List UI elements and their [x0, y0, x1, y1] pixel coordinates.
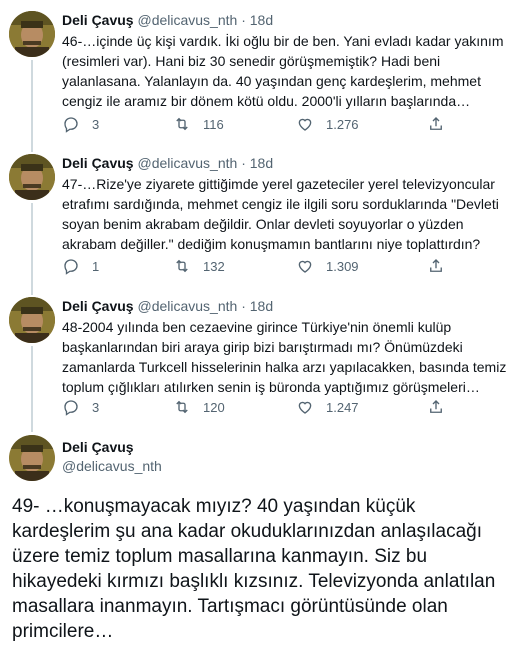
- separator: ·: [241, 298, 246, 314]
- tweet-actions: 3 116 1.276: [62, 115, 462, 135]
- tweet-text: 46-…içinde üç kişi vardık. İki oğlu bir …: [62, 33, 504, 109]
- retweet-icon: [173, 398, 191, 416]
- separator: ·: [241, 12, 246, 28]
- retweet-icon: [173, 257, 191, 275]
- author-name[interactable]: Deli Çavuş: [62, 298, 134, 314]
- timestamp[interactable]: 18d: [250, 12, 273, 28]
- heart-icon: [296, 257, 314, 275]
- heart-icon: [296, 115, 314, 133]
- retweet-count: 132: [203, 258, 225, 274]
- share-icon: [427, 398, 445, 416]
- like-button[interactable]: 1.276: [296, 115, 359, 133]
- share-button[interactable]: [427, 115, 445, 133]
- reply-count: 3: [92, 116, 100, 132]
- reply-button[interactable]: 1: [62, 257, 99, 275]
- separator: ·: [241, 155, 246, 171]
- avatar[interactable]: [9, 11, 55, 57]
- reply-button[interactable]: 3: [62, 398, 99, 416]
- reply-count: 1: [92, 258, 100, 274]
- author-handle[interactable]: @delicavus_nth: [137, 298, 237, 314]
- avatar[interactable]: [9, 154, 55, 200]
- reply-button[interactable]: 3: [62, 115, 99, 133]
- tweet-header: Deli Çavuş @delicavus_nth · 18d: [62, 154, 273, 172]
- tweet-actions: 3 120 1.247: [62, 398, 462, 418]
- like-count: 1.276: [326, 116, 359, 132]
- tweet[interactable]: Deli Çavuş @delicavus_nth · 18d 46-…için…: [0, 0, 524, 143]
- author-handle[interactable]: @delicavus_nth: [137, 12, 237, 28]
- retweet-icon: [173, 115, 191, 133]
- author-handle[interactable]: @delicavus_nth: [62, 457, 162, 475]
- retweet-count: 120: [203, 399, 225, 415]
- tweet-header: Deli Çavuş @delicavus_nth · 18d: [62, 297, 273, 315]
- retweet-button[interactable]: 116: [173, 115, 224, 133]
- reply-icon: [62, 257, 80, 275]
- main-tweet-text: 49- …konuşmayacak mıyız? 40 yaşından küç…: [12, 496, 496, 642]
- like-button[interactable]: 1.247: [296, 398, 359, 416]
- reply-icon: [62, 115, 80, 133]
- tweet[interactable]: Deli Çavuş @delicavus_nth · 18d 48-2004 …: [0, 286, 524, 429]
- avatar[interactable]: [9, 297, 55, 343]
- timestamp[interactable]: 18d: [250, 155, 273, 171]
- author-handle[interactable]: @delicavus_nth: [137, 155, 237, 171]
- tweet-header: Deli Çavuş @delicavus_nth · 18d: [62, 11, 273, 29]
- author-name[interactable]: Deli Çavuş: [62, 12, 134, 28]
- tweet[interactable]: Deli Çavuş @delicavus_nth · 18d 47-…Rize…: [0, 143, 524, 286]
- share-button[interactable]: [427, 398, 445, 416]
- like-count: 1.309: [326, 258, 359, 274]
- share-icon: [427, 257, 445, 275]
- tweet-text: 48-2004 yılında ben cezaevine girince Tü…: [62, 319, 507, 395]
- tweet-text: 47-…Rize'ye ziyarete gittiğimde yerel ga…: [62, 176, 499, 252]
- timestamp[interactable]: 18d: [250, 298, 273, 314]
- like-count: 1.247: [326, 399, 359, 415]
- heart-icon: [296, 398, 314, 416]
- avatar[interactable]: [9, 435, 55, 481]
- retweet-count: 116: [203, 116, 224, 132]
- author-name[interactable]: Deli Çavuş: [62, 438, 134, 456]
- retweet-button[interactable]: 120: [173, 398, 225, 416]
- like-button[interactable]: 1.309: [296, 257, 359, 275]
- tweet-actions: 1 132 1.309: [62, 257, 462, 277]
- author-name[interactable]: Deli Çavuş: [62, 155, 134, 171]
- share-button[interactable]: [427, 257, 445, 275]
- reply-icon: [62, 398, 80, 416]
- reply-count: 3: [92, 399, 100, 415]
- retweet-button[interactable]: 132: [173, 257, 225, 275]
- share-icon: [427, 115, 445, 133]
